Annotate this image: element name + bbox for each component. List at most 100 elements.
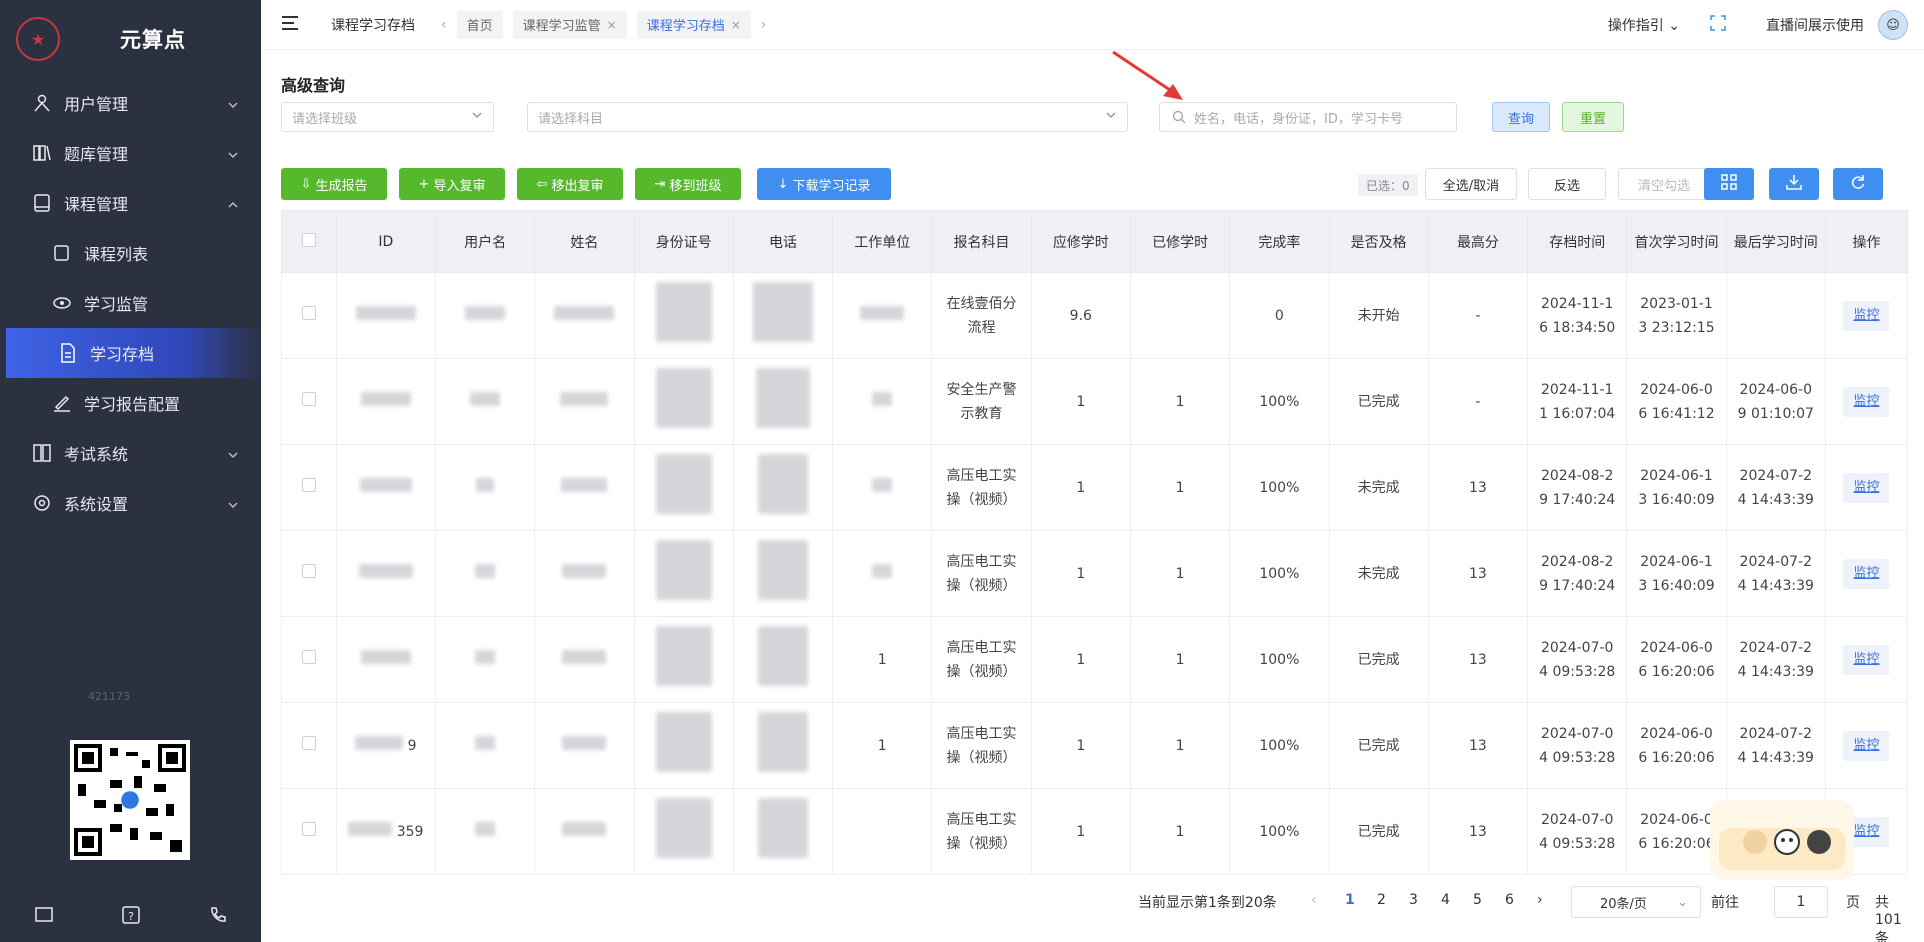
button-label: 生成报告: [315, 178, 368, 194]
monitor-button[interactable]: 监控: [1843, 644, 1890, 675]
cell-workplace: 1: [832, 702, 933, 789]
select-all-button[interactable]: 全选/取消: [1425, 168, 1517, 200]
pen-icon: [50, 391, 74, 415]
help-icon[interactable]: ?: [121, 905, 141, 929]
cell-archived: 2024-07-0 4 09:53:28: [1527, 788, 1628, 875]
clear-selection-button[interactable]: 清空勾选: [1618, 168, 1710, 200]
prev-page-icon[interactable]: ‹: [1311, 892, 1317, 908]
monitor-button[interactable]: 监控: [1843, 730, 1890, 761]
next-page-icon[interactable]: ›: [1537, 892, 1543, 908]
row-checkbox[interactable]: [301, 477, 316, 492]
sidebar-item-users[interactable]: 用户管理: [0, 78, 261, 128]
sidebar-item-course-list[interactable]: 课程列表: [0, 228, 261, 278]
redacted-value: [554, 305, 615, 320]
sidebar-item-study-monitor[interactable]: 学习监管: [0, 278, 261, 328]
menu-toggle-icon[interactable]: [281, 15, 301, 35]
username[interactable]: 直播间展示使用: [1766, 15, 1864, 35]
grid-view-button[interactable]: [1704, 168, 1754, 200]
row-checkbox-cell[interactable]: [281, 272, 337, 359]
cell-text: 1: [1175, 651, 1185, 668]
cell-pass: 已完成: [1328, 358, 1429, 445]
cell-text: 高压电工实 操（视频）: [946, 639, 1017, 680]
phone-icon[interactable]: [208, 905, 228, 929]
reset-button[interactable]: 重置: [1562, 102, 1624, 132]
row-checkbox-cell[interactable]: [281, 702, 337, 789]
cell-text: 未完成: [1357, 479, 1400, 496]
search-input[interactable]: 姓名，电话，身份证，ID，学习卡号: [1159, 102, 1457, 132]
monitor-button[interactable]: 监控: [1843, 472, 1890, 503]
cell-required-hours: 1: [1030, 702, 1131, 789]
row-checkbox-cell[interactable]: [281, 358, 337, 445]
invert-selection-button[interactable]: 反选: [1528, 168, 1606, 200]
cell-text: 未完成: [1357, 565, 1400, 582]
sidebar-item-exam[interactable]: 考试系统: [0, 428, 261, 478]
row-checkbox-cell[interactable]: [281, 530, 337, 617]
fullscreen-icon[interactable]: [1710, 15, 1726, 35]
screen-icon[interactable]: [34, 905, 54, 929]
page-size-select[interactable]: 20条/页 ⌄: [1571, 886, 1701, 918]
avatar[interactable]: ☺: [1878, 10, 1908, 40]
page-4[interactable]: 4: [1441, 892, 1450, 908]
download-records-button[interactable]: ↓ 下载学习记录: [757, 168, 891, 200]
page-3[interactable]: 3: [1409, 892, 1418, 908]
row-checkbox[interactable]: [301, 305, 316, 320]
import-review-button[interactable]: + 导入复审: [399, 168, 505, 200]
redacted-value: [757, 711, 808, 772]
monitor-button[interactable]: 监控: [1843, 300, 1890, 331]
cell-done-hours: 1: [1129, 702, 1231, 789]
select-all-checkbox[interactable]: [301, 232, 316, 247]
page-2[interactable]: 2: [1377, 892, 1386, 908]
page-6[interactable]: 6: [1505, 892, 1514, 908]
redacted-value: [752, 281, 813, 342]
redacted-value: [561, 477, 608, 492]
header-checkbox-cell[interactable]: [281, 210, 337, 273]
tabs-next-icon[interactable]: ›: [761, 17, 767, 33]
tab-home[interactable]: 首页: [456, 10, 503, 39]
refresh-button[interactable]: [1833, 168, 1883, 200]
close-icon[interactable]: ×: [607, 18, 617, 32]
remove-review-button[interactable]: ⇦ 移出复审: [517, 168, 623, 200]
sidebar-item-question-bank[interactable]: 题库管理: [0, 128, 261, 178]
floating-sticker-image[interactable]: [1710, 800, 1854, 880]
query-button[interactable]: 查询: [1492, 102, 1550, 132]
tab-study-archive[interactable]: 课程学习存档 ×: [636, 10, 751, 39]
cell-required-hours: 1: [1030, 530, 1131, 617]
goto-page-input[interactable]: 1: [1774, 886, 1828, 918]
row-checkbox-cell[interactable]: [281, 616, 337, 703]
cell-text: 2024-06-0 6 16:20:06: [1638, 811, 1715, 852]
row-checkbox[interactable]: [301, 391, 316, 406]
class-select[interactable]: 请选择班级: [281, 102, 494, 132]
cell-text: 100%: [1259, 565, 1300, 582]
row-checkbox-cell[interactable]: [281, 444, 337, 531]
guide-dropdown[interactable]: 操作指引 ⌄: [1608, 15, 1680, 35]
row-checkbox-cell[interactable]: [281, 788, 337, 875]
tab-study-monitor[interactable]: 课程学习监管 ×: [512, 10, 627, 39]
tabs-prev-icon[interactable]: ‹: [441, 17, 447, 33]
monitor-button[interactable]: 监控: [1843, 558, 1890, 589]
sidebar-item-study-archive[interactable]: 学习存档: [6, 328, 261, 378]
close-icon[interactable]: ×: [731, 18, 741, 32]
table-row: 高压电工实 操（视频） 1 1 100% 未完成 13 2024-08-2 9 17:40:…: [281, 530, 1909, 617]
sidebar-item-course[interactable]: 课程管理: [0, 178, 261, 228]
cell-text: 1: [1076, 393, 1086, 410]
page-5[interactable]: 5: [1473, 892, 1482, 908]
row-checkbox[interactable]: [301, 821, 316, 836]
chevron-down-icon: [227, 96, 239, 115]
header-right: 操作指引 ⌄ 直播间展示使用 ☺: [1608, 0, 1908, 50]
cell-name: [534, 788, 635, 875]
subject-select[interactable]: 请选择科目: [527, 102, 1128, 132]
sidebar-item-report-config[interactable]: 学习报告配置: [0, 378, 261, 428]
row-checkbox[interactable]: [301, 649, 316, 664]
monitor-button[interactable]: 监控: [1843, 386, 1890, 417]
generate-report-button[interactable]: ⇩ 生成报告: [281, 168, 387, 200]
export-button[interactable]: [1769, 168, 1819, 200]
cell-text: 2024-07-2 4 14:43:39: [1737, 553, 1814, 594]
row-checkbox[interactable]: [301, 563, 316, 578]
sidebar-item-settings[interactable]: 系统设置: [0, 478, 261, 528]
tab-label: 课程学习监管: [522, 19, 601, 34]
move-class-button[interactable]: ⇥ 移到班级: [635, 168, 741, 200]
row-checkbox[interactable]: [301, 735, 316, 750]
cell-text: 已完成: [1357, 737, 1400, 754]
page-1[interactable]: 1: [1345, 892, 1355, 908]
cell-first-study: 2024-06-1 3 16:40:09: [1626, 444, 1727, 531]
